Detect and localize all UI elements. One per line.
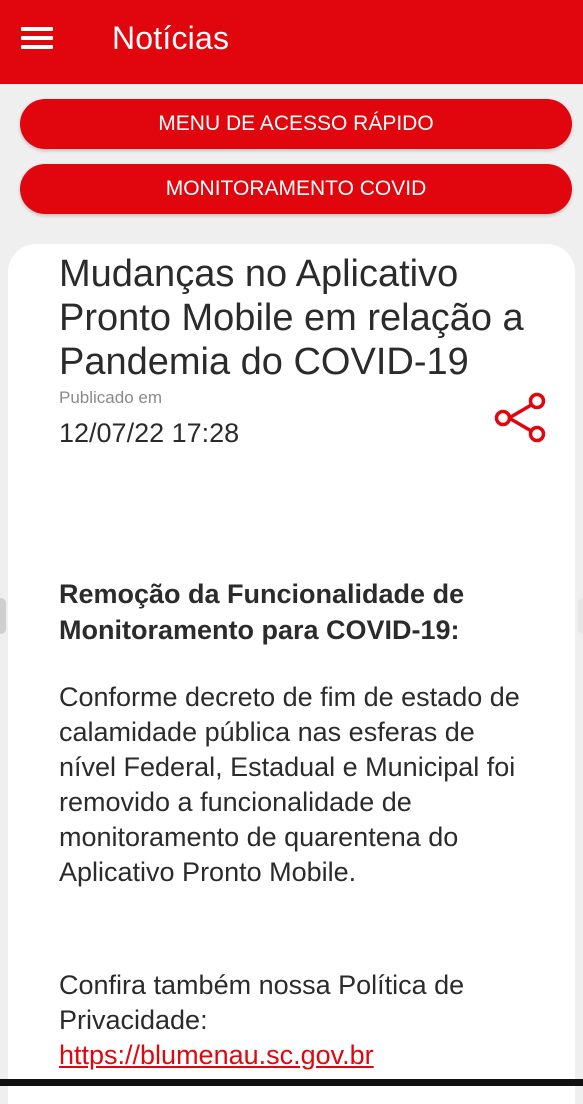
section-heading: Remoção da Funcionalidade de Monitoramen… (59, 579, 465, 645)
right-edge-handle (578, 598, 583, 634)
news-title: Mudanças no Aplicativo Pronto Mobile em … (59, 253, 524, 383)
menu-line (21, 45, 53, 49)
app-bar: Notícias (0, 0, 583, 84)
left-edge-handle (0, 598, 6, 634)
share-icon[interactable] (493, 392, 547, 444)
menu-line (21, 36, 53, 40)
article-body: Conforme decreto de fim de estado de cal… (59, 682, 520, 887)
covid-monitoring-button[interactable]: MONITORAMENTO COVID (20, 164, 572, 214)
hamburger-menu-icon[interactable] (21, 25, 53, 49)
system-bottom-bar (0, 1079, 583, 1086)
published-label: Publicado em (59, 388, 163, 407)
menu-line (21, 27, 53, 31)
page-title: Notícias (112, 20, 230, 56)
news-card: Mudanças no Aplicativo Pronto Mobile em … (8, 244, 575, 1104)
quick-access-menu-button[interactable]: MENU DE ACESSO RÁPIDO (20, 99, 572, 149)
privacy-text: Confira também nossa Política de Privaci… (59, 970, 465, 1035)
privacy-link[interactable]: https://blumenau.sc.gov.br (59, 1038, 374, 1073)
published-date: 12/07/22 17:28 (59, 418, 240, 448)
